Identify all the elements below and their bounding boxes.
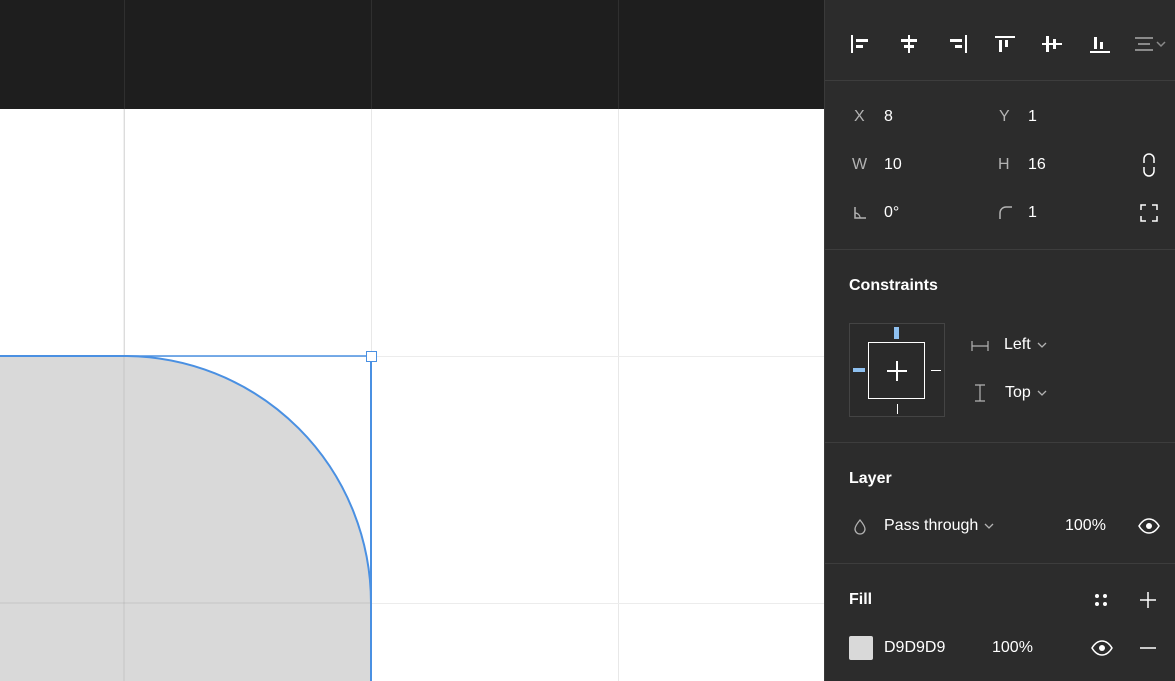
corner-radius-input[interactable]: 1 <box>1028 204 1037 222</box>
align-left-icon[interactable] <box>846 30 874 58</box>
w-label: W <box>852 156 868 173</box>
width-input[interactable]: 10 <box>884 156 902 174</box>
constraint-bottom-indicator[interactable] <box>897 404 898 414</box>
vertical-constraint-value: Top <box>1005 384 1031 401</box>
design-properties-panel: X 8 Y 1 W 10 H 16 0° 1 Constraints Left <box>824 0 1175 681</box>
align-vertical-center-icon[interactable] <box>1038 30 1066 58</box>
constraint-left-indicator[interactable] <box>853 368 865 372</box>
h-label: H <box>998 156 1010 173</box>
align-horizontal-center-icon[interactable] <box>895 30 923 58</box>
constraints-widget[interactable] <box>849 323 945 417</box>
align-right-icon[interactable] <box>944 30 972 58</box>
constraint-inner-box <box>868 342 925 399</box>
horizontal-constraint-value: Left <box>1004 336 1031 353</box>
fill-hex-input[interactable]: D9D9D9 <box>884 639 945 657</box>
add-fill-plus-icon[interactable] <box>1137 589 1159 611</box>
remove-fill-minus-icon[interactable] <box>1137 637 1159 659</box>
blend-mode-value: Pass through <box>884 517 979 534</box>
section-divider <box>825 249 1175 250</box>
constraints-title: Constraints <box>849 277 938 294</box>
layer-title: Layer <box>849 470 892 487</box>
styles-grid-icon[interactable] <box>1090 589 1112 611</box>
blend-mode-drop-icon <box>852 518 868 536</box>
y-input[interactable]: 1 <box>1028 108 1037 126</box>
rounded-rectangle-shape[interactable] <box>0 0 824 681</box>
vertical-constraint-icon <box>973 384 987 402</box>
fill-visibility-eye-icon[interactable] <box>1090 637 1114 659</box>
align-bottom-icon[interactable] <box>1086 30 1114 58</box>
horizontal-constraint-icon <box>971 338 989 354</box>
chevron-down-icon <box>1037 390 1047 396</box>
constraint-center-v[interactable] <box>896 361 898 381</box>
design-canvas[interactable] <box>0 0 824 681</box>
section-divider <box>825 563 1175 564</box>
horizontal-constraint-dropdown[interactable]: Left <box>1004 336 1047 354</box>
constraint-top-indicator[interactable] <box>894 327 899 339</box>
height-input[interactable]: 16 <box>1028 156 1046 174</box>
section-divider <box>825 442 1175 443</box>
corner-radius-icon <box>997 204 1013 220</box>
fill-title: Fill <box>849 591 873 608</box>
align-top-icon[interactable] <box>991 30 1019 58</box>
fill-color-swatch[interactable] <box>849 636 873 660</box>
layer-opacity-input[interactable]: 100% <box>1065 517 1106 535</box>
blend-mode-dropdown[interactable]: Pass through <box>884 517 994 535</box>
distribute-menu-icon[interactable] <box>1132 30 1168 58</box>
y-label: Y <box>999 108 1010 125</box>
x-label: X <box>854 108 865 125</box>
fill-opacity-input[interactable]: 100% <box>992 639 1033 657</box>
independent-corners-icon[interactable] <box>1138 202 1160 224</box>
rotation-icon <box>852 205 868 221</box>
constraint-right-indicator[interactable] <box>931 370 941 371</box>
chevron-down-icon <box>1037 342 1047 348</box>
rotation-input[interactable]: 0° <box>884 204 899 222</box>
selection-resize-handle[interactable] <box>366 351 377 362</box>
layer-visibility-eye-icon[interactable] <box>1137 515 1161 537</box>
x-input[interactable]: 8 <box>884 108 893 126</box>
constrain-proportions-icon[interactable] <box>1138 152 1160 178</box>
chevron-down-icon <box>984 523 994 529</box>
vertical-constraint-dropdown[interactable]: Top <box>1005 384 1047 402</box>
section-divider <box>825 80 1175 81</box>
